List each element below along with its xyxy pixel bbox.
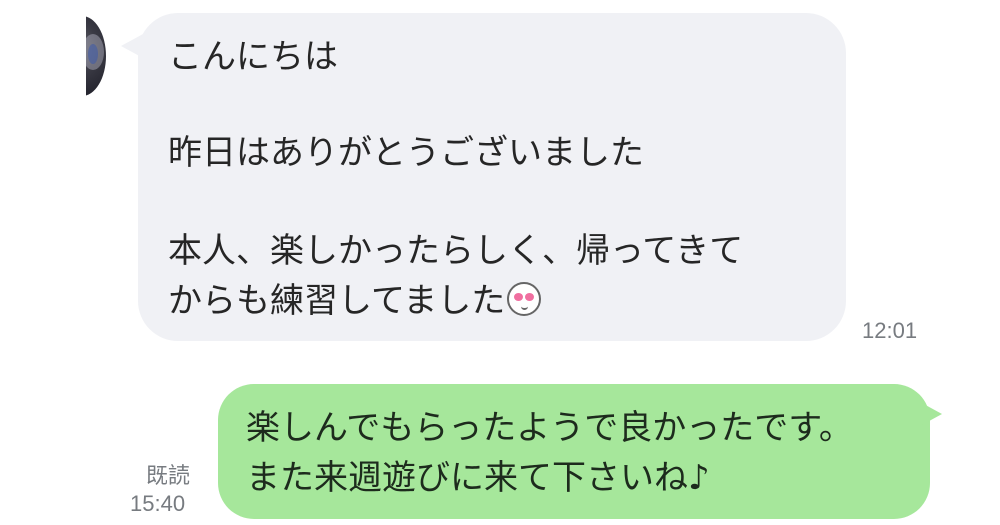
- outgoing-bubble-tail: [920, 402, 942, 426]
- message-line: こんにちは: [168, 37, 338, 77]
- read-receipt-label: 既読: [146, 464, 191, 489]
- message-line-with-emoji: からも練習してました: [168, 281, 542, 321]
- incoming-message-bubble[interactable]: こんにちは 昨日はありがとうございました 本人、楽しかったらしく、帰ってきて か…: [138, 13, 846, 341]
- message-line: 楽しんでもらったようで良かったです。: [246, 408, 853, 448]
- incoming-message-time: 12:01: [862, 318, 918, 343]
- outgoing-message-bubble[interactable]: 楽しんでもらったようで良かったです。 また来週遊びに来て下さいね♪: [218, 384, 930, 519]
- message-line-text: からも練習してました: [168, 281, 506, 321]
- message-line: 本人、楽しかったらしく、帰ってきて: [168, 231, 744, 271]
- heart-eyes-emoji-icon: [507, 282, 542, 316]
- outgoing-message-time: 15:40: [130, 491, 186, 516]
- message-line: 昨日はありがとうございました: [168, 133, 644, 173]
- message-line: また来週遊びに来て下さいね♪: [246, 458, 710, 498]
- avatar-crop-mask: [0, 0, 86, 110]
